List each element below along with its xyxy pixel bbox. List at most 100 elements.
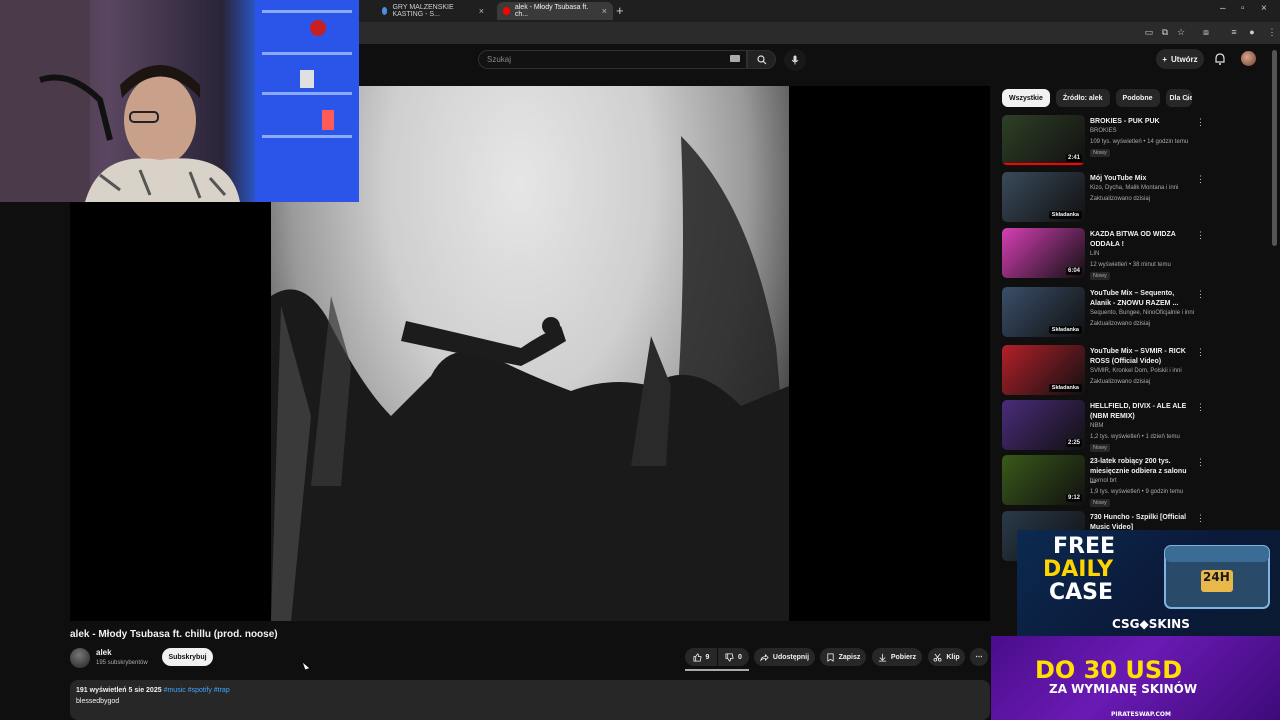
dislike-button[interactable]: 0 (718, 648, 749, 666)
recommendation-item[interactable]: 9:12 23-latek robiący 200 tys. miesięczni… (1002, 455, 1272, 509)
recommendation-meta: Zaktualizowano dzisiaj (1090, 379, 1151, 385)
voice-search-button[interactable] (784, 49, 806, 71)
description-box[interactable] (70, 680, 990, 720)
more-actions-button[interactable]: ⋯ (970, 648, 988, 666)
chip-related[interactable]: Podobne (1115, 89, 1160, 107)
subscriber-count: 195 subskrybentów (96, 660, 148, 666)
youtube-favicon-icon (503, 7, 510, 15)
recommendation-item[interactable]: Składanka YouTube Mix – Sequento, Alanik … (1002, 287, 1272, 341)
more-options-icon[interactable]: ⋮ (1196, 174, 1205, 185)
more-options-icon[interactable]: ⋮ (1196, 117, 1205, 128)
views-and-date: 191 wyświetleń 5 sie 2025 (76, 687, 162, 694)
recommendation-channel[interactable]: BROKIES (1090, 128, 1117, 134)
ad-brand-text: CSG◆SKINS (1112, 617, 1190, 631)
recommendation-channel[interactable]: Kizo, Dycha, Malik Montana i inni (1090, 185, 1178, 191)
more-options-icon[interactable]: ⋮ (1196, 457, 1205, 468)
close-icon[interactable]: × (602, 6, 607, 16)
channel-name[interactable]: alek (96, 648, 112, 657)
recommendation-channel[interactable]: Sequento, Bungee, NinoOficjalnie i inni (1090, 310, 1194, 316)
ad-case-text: CASE (1049, 580, 1114, 605)
chip-source[interactable]: Źródło: alek (1055, 89, 1110, 107)
like-button[interactable]: 9 (685, 648, 717, 666)
channel-avatar[interactable] (70, 648, 90, 668)
keyboard-icon[interactable] (730, 55, 740, 62)
recommendation-meta: 12 wyświetleń • 38 minut temu (1090, 262, 1171, 268)
recommendation-item[interactable]: 6:04 KAZDA BITWA OD WIDZA ODDAŁA ! LIN 12 w… (1002, 228, 1272, 282)
hashtags[interactable]: #music #spotify #trap (164, 687, 230, 694)
recommendation-title[interactable]: KAZDA BITWA OD WIDZA ODDAŁA ! (1090, 230, 1190, 250)
recommendation-title[interactable]: Mój YouTube Mix (1090, 174, 1190, 184)
video-thumbnail[interactable]: Składanka (1002, 287, 1085, 337)
video-title: alek - Młody Tsubasa ft. chillu (prod. n… (70, 629, 278, 640)
create-label: Utwórz (1171, 54, 1198, 64)
recommendation-title[interactable]: YouTube Mix – SVMIR - RICK ROSS (Officia… (1090, 347, 1190, 367)
watch-progress-bar (1002, 163, 1085, 165)
more-options-icon[interactable]: ⋮ (1196, 347, 1205, 358)
search-button[interactable] (747, 50, 776, 69)
recommendation-title[interactable]: HELLFIELD, DIVIX - ALE ALE (NBM REMIX) (1090, 402, 1190, 422)
downloads-icon[interactable]: ≡ (1228, 26, 1240, 38)
notifications-bell-icon[interactable] (1213, 52, 1227, 66)
chevron-right-icon[interactable]: › (1186, 93, 1189, 103)
cast-icon[interactable]: ▭ (1143, 26, 1155, 38)
duration-badge: 9:12 (1065, 494, 1082, 502)
recommendation-meta: Zaktualizowano dzisiaj (1090, 321, 1151, 327)
download-button[interactable]: Pobierz (872, 648, 922, 666)
tab-gry-malzenskie[interactable]: GRY MALZENSKIE KASTING - S... × (376, 2, 490, 20)
recommendation-channel[interactable]: biernol brt (1090, 478, 1117, 484)
bookmark-star-icon[interactable]: ☆ (1175, 26, 1187, 38)
maximize-icon[interactable]: ▫ (1241, 3, 1245, 14)
more-options-icon[interactable]: ⋮ (1196, 402, 1205, 413)
duration-badge: 6:04 (1065, 267, 1082, 275)
create-button[interactable]: + Utwórz (1156, 49, 1204, 69)
tab-favicon-icon (382, 7, 388, 15)
recommendation-channel[interactable]: SVMIR, Kronkel Dom, Polskii i inni (1090, 368, 1182, 374)
recommendation-channel[interactable]: NBM (1090, 423, 1103, 429)
video-thumbnail[interactable]: 2:41 (1002, 115, 1085, 165)
close-icon[interactable]: × (479, 6, 484, 16)
dislike-count: 0 (738, 653, 742, 661)
recommendation-channel[interactable]: LIN (1090, 251, 1099, 257)
account-avatar[interactable] (1241, 51, 1256, 66)
clip-button[interactable]: Klip (928, 648, 965, 666)
video-thumbnail[interactable]: Składanka (1002, 345, 1085, 395)
thumbs-down-icon (725, 652, 734, 662)
subscribe-button[interactable]: Subskrybuj (162, 648, 213, 666)
extensions-icon[interactable]: ⧈ (1200, 26, 1212, 38)
new-badge: Nowy (1090, 444, 1110, 452)
video-thumbnail[interactable]: 2:25 (1002, 400, 1085, 450)
recommendation-meta: 109 tys. wyświetleń • 14 godzin temu (1090, 139, 1189, 145)
like-ratio-bar (685, 669, 749, 671)
more-options-icon[interactable]: ⋮ (1196, 289, 1205, 300)
recommendation-item[interactable]: 2:25 HELLFIELD, DIVIX - ALE ALE (NBM REMI… (1002, 400, 1272, 454)
share-button[interactable]: Udostępnij (754, 648, 815, 666)
recommendation-title[interactable]: BROKIES - PUK PUK (1090, 117, 1190, 127)
filter-chips: Wszystkie Źródło: alek Podobne Dla Cie (1002, 89, 1192, 107)
recommendation-item[interactable]: Składanka Mój YouTube Mix Kizo, Dycha, Mal… (1002, 172, 1272, 226)
more-options-icon[interactable]: ⋮ (1196, 513, 1205, 524)
new-tab-icon[interactable]: + (616, 3, 624, 18)
chip-all[interactable]: Wszystkie (1002, 89, 1050, 107)
page-scrollbar[interactable] (1272, 50, 1277, 246)
recommendation-item[interactable]: Składanka YouTube Mix – SVMIR - RICK ROSS… (1002, 345, 1272, 399)
search-input[interactable]: Szukaj (478, 50, 747, 69)
save-button[interactable]: Zapisz (820, 648, 866, 666)
more-options-icon[interactable]: ⋮ (1196, 230, 1205, 241)
search-placeholder: Szukaj (487, 55, 512, 64)
webcam-image (0, 0, 359, 202)
profile-icon[interactable]: ● (1246, 26, 1258, 38)
window-close-icon[interactable]: × (1261, 3, 1267, 14)
translate-icon[interactable]: ⧉ (1159, 26, 1171, 38)
download-icon (878, 653, 886, 662)
new-badge: Nowy (1090, 499, 1110, 507)
video-thumbnail[interactable]: 6:04 (1002, 228, 1085, 278)
video-thumbnail[interactable]: Składanka (1002, 172, 1085, 222)
minimize-icon[interactable]: – (1220, 3, 1226, 14)
recommendation-item[interactable]: 2:41 BROKIES - PUK PUK BROKIES 109 tys. wyś… (1002, 115, 1272, 169)
browser-menu-icon[interactable]: ⋮ (1266, 26, 1278, 38)
video-thumbnail[interactable]: 9:12 (1002, 455, 1085, 505)
duration-badge: 2:41 (1065, 154, 1082, 162)
description-meta: 191 wyświetleń 5 sie 2025 #music #spotif… (76, 687, 230, 694)
tab-youtube-video[interactable]: alek - Młody Tsubasa ft. ch... × (497, 2, 613, 20)
recommendation-title[interactable]: YouTube Mix – Sequento, Alanik - ZNOWU R… (1090, 289, 1190, 309)
